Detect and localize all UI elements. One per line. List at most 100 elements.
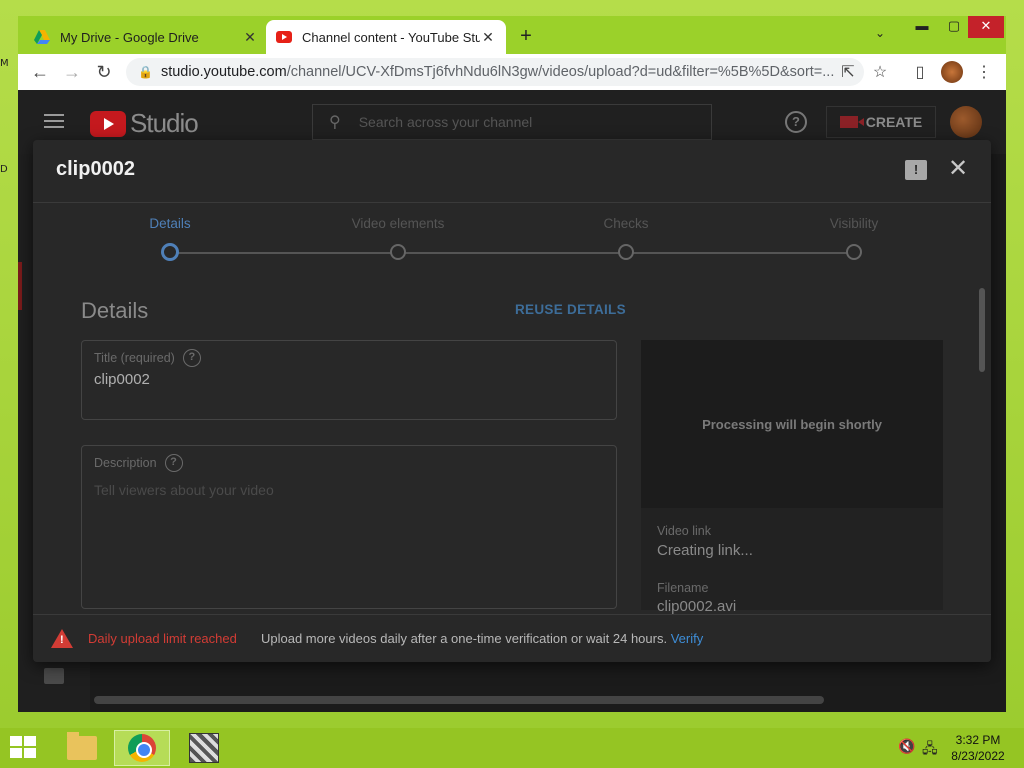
search-placeholder: Search across your channel (358, 114, 533, 130)
video-link-value: Creating link... (657, 542, 753, 559)
step-details[interactable]: Details (100, 216, 240, 261)
video-preview-panel: Processing will begin shortly Video link… (641, 340, 943, 615)
reuse-details-button[interactable]: REUSE DETAILS (515, 302, 626, 317)
studio-logo-text: Studio (130, 108, 199, 138)
new-tab-icon[interactable]: + (514, 26, 538, 46)
window-close-icon[interactable]: ✕ (968, 16, 1004, 38)
step-indicator (846, 244, 862, 260)
dialog-scrollbar[interactable] (979, 288, 985, 372)
horizontal-scrollbar[interactable] (94, 696, 824, 704)
account-avatar[interactable] (950, 106, 982, 138)
divider (33, 202, 991, 203)
taskbar: 🔇 🖧 3:32 PM 8/23/2022 (0, 728, 1024, 768)
tab-search-icon[interactable]: ⌄ (875, 26, 885, 40)
channel-search-input[interactable]: ⚲ Search across your channel (312, 104, 712, 140)
limit-message: Upload more videos daily after a one-tim… (261, 631, 668, 646)
step-checks[interactable]: Checks (556, 216, 696, 260)
feedback-icon[interactable]: ! (905, 160, 927, 180)
tab-close-icon[interactable]: ✕ (242, 29, 258, 46)
title-field-value: clip0002 (94, 371, 150, 388)
verify-link[interactable]: Verify (671, 631, 704, 646)
video-camera-icon (839, 116, 864, 128)
search-icon: ⚲ (329, 114, 341, 131)
tab-google-drive[interactable]: My Drive - Google Drive ✕ (24, 20, 268, 54)
windows-start-icon[interactable] (10, 736, 38, 760)
menu-icon[interactable] (44, 114, 64, 128)
side-panel-icon[interactable]: ▯ (906, 58, 934, 86)
reload-icon[interactable]: ↻ (88, 56, 120, 88)
sidebar-active-indicator (18, 262, 22, 310)
description-field-label-row: Description ? (94, 454, 183, 472)
google-drive-icon (34, 30, 50, 44)
film-clapper-icon (189, 733, 219, 763)
video-preview: Processing will begin shortly (641, 340, 943, 508)
step-label: Video elements (351, 216, 445, 231)
tab-youtube-studio[interactable]: Channel content - YouTube Studio ✕ (266, 20, 506, 54)
help-icon[interactable]: ? (785, 111, 807, 133)
help-question-icon[interactable]: ? (164, 454, 183, 472)
browser-toolbar: ← → ↻ 🔒 studio.youtube.com/channel/UCV-X… (18, 54, 1006, 90)
step-label: Details (149, 216, 191, 231)
share-icon[interactable]: ⇱ (834, 58, 862, 86)
bookmark-star-icon[interactable]: ☆ (866, 58, 894, 86)
warning-icon: ! (51, 629, 73, 648)
youtube-icon (276, 31, 292, 43)
help-question-icon[interactable]: ? (182, 349, 201, 367)
upload-stepper: Details Video elements Checks Visibility (33, 216, 991, 266)
tab-close-icon[interactable]: ✕ (480, 29, 496, 46)
tab-title: Channel content - YouTube Studio (302, 29, 480, 45)
browser-window: My Drive - Google Drive ✕ Channel conten… (18, 16, 1006, 712)
maximize-icon[interactable]: ▢ (936, 16, 972, 38)
title-field-label: Title (required) (94, 351, 175, 365)
upload-limit-banner: ! Daily upload limit reached Upload more… (33, 614, 991, 662)
description-field-label: Description (94, 456, 157, 470)
taskbar-video-tool[interactable] (176, 730, 232, 766)
step-indicator (618, 244, 634, 260)
create-button[interactable]: CREATE (826, 106, 936, 138)
send-feedback-icon[interactable] (44, 668, 64, 684)
dialog-title: clip0002 (56, 158, 135, 180)
minimize-icon[interactable]: ▬ (904, 16, 940, 38)
step-label: Visibility (829, 216, 879, 231)
system-clock[interactable]: 3:32 PM 8/23/2022 (940, 732, 1016, 764)
url-path: /channel/UCV-XfDmsTj6fvhNdu6lN3gw/videos… (286, 64, 835, 80)
taskbar-file-explorer[interactable] (54, 730, 110, 766)
step-video-elements[interactable]: Video elements (328, 216, 468, 260)
tab-title: My Drive - Google Drive (60, 29, 199, 45)
step-label: Checks (603, 216, 649, 231)
description-field[interactable]: Description ? Tell viewers about your vi… (81, 445, 617, 609)
title-field-label-row: Title (required) ? (94, 349, 201, 367)
step-indicator (161, 243, 179, 261)
upload-dialog: clip0002 ! ✕ Details Video elements Chec… (33, 140, 991, 662)
lock-icon: 🔒 (138, 65, 153, 79)
studio-logo[interactable]: Studio (90, 108, 199, 139)
filename-value: clip0002.avi (657, 598, 737, 615)
desktop-icon-fragment: M (0, 58, 9, 69)
tab-strip: My Drive - Google Drive ✕ Channel conten… (18, 16, 1006, 54)
network-icon[interactable]: 🖧 (922, 738, 938, 762)
title-field[interactable]: Title (required) ? clip0002 (81, 340, 617, 420)
clock-time: 3:32 PM (955, 733, 1001, 747)
description-placeholder: Tell viewers about your video (94, 482, 274, 498)
back-icon[interactable]: ← (24, 56, 56, 88)
close-icon[interactable]: ✕ (945, 156, 971, 182)
profile-avatar[interactable] (938, 58, 966, 86)
youtube-studio-page: Studio ⚲ Search across your channel ? CR… (18, 90, 1006, 712)
taskbar-chrome[interactable] (114, 730, 170, 766)
step-visibility[interactable]: Visibility (784, 216, 924, 260)
browser-menu-icon[interactable]: ⋮ (970, 58, 998, 86)
folder-icon (67, 732, 97, 760)
processing-status: Processing will begin shortly (702, 416, 882, 432)
limit-title: Daily upload limit reached (88, 631, 237, 646)
chrome-icon (128, 734, 156, 762)
clock-date: 8/23/2022 (951, 749, 1005, 763)
step-indicator (390, 244, 406, 260)
address-bar[interactable]: 🔒 studio.youtube.com/channel/UCV-XfDmsTj… (126, 58, 864, 86)
forward-icon[interactable]: → (56, 56, 88, 88)
volume-muted-icon[interactable]: 🔇 (898, 738, 915, 755)
filename-label: Filename (657, 581, 709, 595)
desktop-icon-fragment: D (0, 164, 8, 175)
stepper-line (170, 252, 854, 254)
url-host: studio.youtube.com (160, 64, 287, 80)
video-link-label: Video link (657, 524, 711, 538)
